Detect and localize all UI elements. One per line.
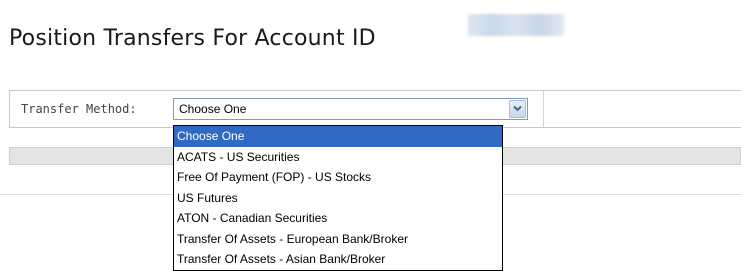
dropdown-arrow-button[interactable] — [509, 100, 526, 118]
option-aton-canadian-securities[interactable]: ATON - Canadian Securities — [174, 208, 502, 229]
option-european-bank-broker[interactable]: Transfer Of Assets - European Bank/Broke… — [174, 229, 502, 250]
option-fop-us-stocks[interactable]: Free Of Payment (FOP) - US Stocks — [174, 167, 502, 188]
option-asian-bank-broker[interactable]: Transfer Of Assets - Asian Bank/Broker — [174, 249, 502, 270]
transfer-method-options-list: Choose One ACATS - US Securities Free Of… — [173, 125, 503, 271]
option-choose-one[interactable]: Choose One — [174, 126, 502, 147]
option-us-futures[interactable]: US Futures — [174, 188, 502, 209]
chevron-down-icon — [513, 105, 522, 112]
option-acats-us-securities[interactable]: ACATS - US Securities — [174, 147, 502, 168]
transfer-method-selected-value: Choose One — [179, 102, 247, 116]
panel-divider — [543, 90, 544, 128]
transfer-method-label: Transfer Method: — [21, 102, 137, 116]
page-title: Position Transfers For Account ID — [9, 25, 376, 51]
account-id-redacted — [468, 14, 564, 36]
transfer-method-select[interactable]: Choose One — [173, 98, 528, 120]
